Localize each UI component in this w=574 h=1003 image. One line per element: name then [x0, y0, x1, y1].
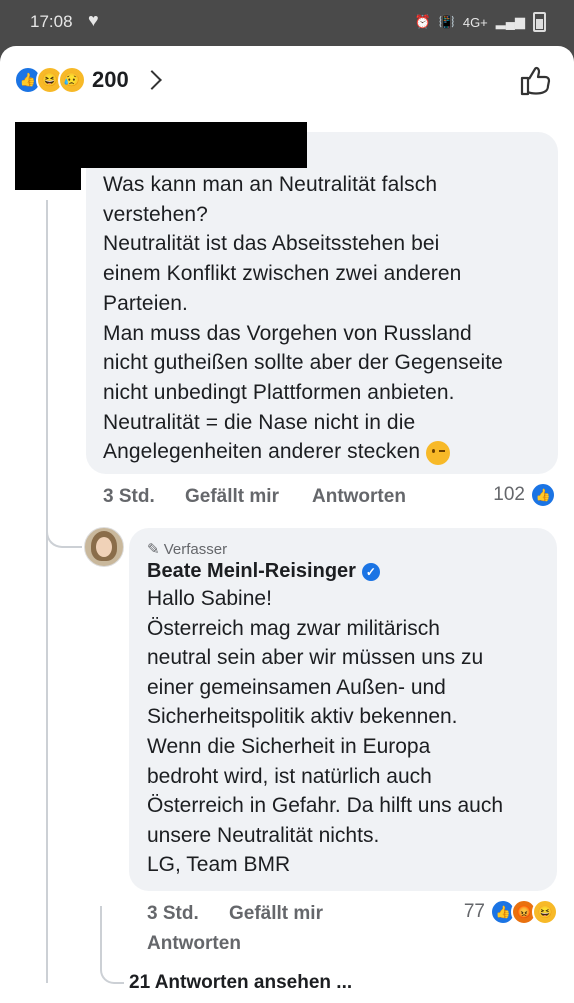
network-label: 4G+	[462, 14, 488, 30]
pencil-icon: ✎	[147, 541, 160, 558]
view-more-connector	[100, 906, 124, 984]
view-more-replies[interactable]: 21 Antworten ansehen ...	[129, 972, 352, 994]
comment-like-button[interactable]: Gefällt mir	[185, 486, 279, 508]
winking-emoji-icon	[426, 440, 451, 465]
reaction-count: 200	[92, 67, 129, 92]
battery-icon	[533, 12, 546, 32]
comment-bubble: Was kann man an Neutralität falsch verst…	[86, 132, 558, 474]
thread-line	[46, 200, 48, 983]
reply-reply-button[interactable]: Antworten	[147, 933, 241, 955]
chevron-right-icon[interactable]	[141, 70, 162, 90]
reaction-icons: 👍 😆 😥	[14, 66, 86, 94]
redacted-name	[72, 122, 307, 168]
vibrate-icon: 📳	[438, 14, 455, 29]
reply-connector	[46, 496, 82, 548]
reply-time[interactable]: 3 Std.	[147, 903, 199, 925]
reactions-summary[interactable]: 👍 😆 😥 200	[14, 66, 162, 94]
reply-like-count[interactable]: 77 👍 😡 😆	[464, 899, 558, 925]
like-reaction-icon: 👍	[530, 482, 556, 508]
comment-likes: 102	[493, 484, 525, 505]
status-icons: ⏰ 📳 4G+ ▂▄▆	[414, 12, 546, 32]
status-bar: 17:08 ♥ ⏰ 📳 4G+ ▂▄▆	[0, 0, 574, 46]
verified-icon: ✓	[361, 562, 380, 581]
reply-text: Hallo Sabine! Österreich mag zwar militä…	[147, 587, 504, 877]
reply-likes: 77	[463, 901, 485, 922]
reply-bubble: ✎ Verfasser Beate Meinl-Reisinger ✓ Hallo…	[129, 528, 557, 891]
author-badge: ✎ Verfasser	[147, 541, 228, 558]
comment-like-count[interactable]: 102 👍	[493, 482, 556, 508]
heart-icon: ♥	[88, 10, 99, 30]
signal-icon: ▂▄▆	[495, 14, 525, 29]
alarm-icon: ⏰	[414, 14, 431, 29]
status-time: 17:08	[30, 12, 73, 31]
reply-author[interactable]: Beate Meinl-Reisinger ✓	[147, 560, 380, 583]
reply-like-button[interactable]: Gefällt mir	[229, 903, 323, 925]
comments-sheet: 👍 😆 😥 200 Was kann man an Neutralität fa…	[0, 46, 574, 1003]
haha-reaction-icon: 😆	[532, 899, 558, 925]
comment-text: Was kann man an Neutralität falsch verst…	[103, 173, 503, 465]
like-button-icon[interactable]	[518, 64, 552, 98]
comment-reply-button[interactable]: Antworten	[312, 486, 406, 508]
author-avatar[interactable]	[84, 527, 124, 567]
comment-time[interactable]: 3 Std.	[103, 486, 155, 508]
sad-reaction-icon: 😥	[58, 66, 86, 94]
